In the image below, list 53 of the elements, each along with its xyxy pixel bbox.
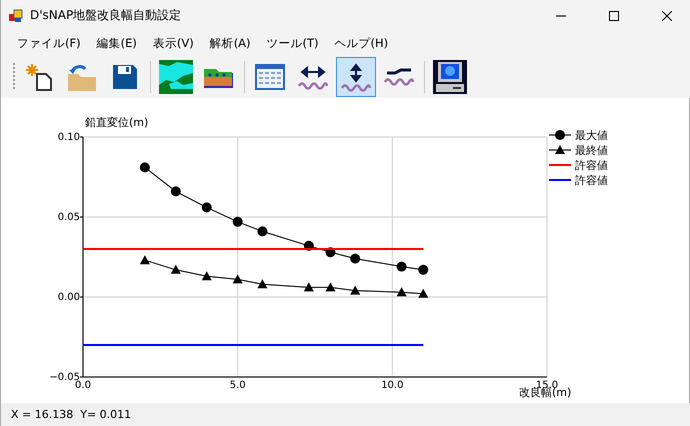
table-icon [254,62,286,90]
legend-label: 許容値 [575,174,608,187]
x-tick-label: 10.0 [381,380,404,391]
data-point [304,240,314,251]
data-point [140,255,150,264]
legend-label: 最大値 [575,129,608,142]
new-file-icon [24,62,54,92]
menu-item[interactable]: ヘルプ(H) [326,36,396,50]
y-tick-label: 0.10 [58,132,80,143]
data-point [418,288,428,298]
legend-label: 最終値 [575,144,608,157]
x-tick-label: 5.0 [230,380,246,391]
data-point [304,282,314,292]
menu-item[interactable]: ツール(T) [258,36,327,50]
data-point [170,264,181,274]
slope-line-icon [384,66,414,86]
data-point [140,162,150,172]
data-point [325,247,336,258]
data-point [170,186,181,196]
minimize-icon [556,14,566,16]
computer-icon [433,60,467,94]
data-point [350,254,360,264]
app-icon [9,8,23,22]
legend-swatch [548,130,572,140]
data-point [257,226,268,236]
data-point [257,279,268,288]
toolbar-grip-icon [13,62,16,90]
x-tick-label: 0.0 [75,380,91,391]
y-tick-label: 0.05 [58,212,80,223]
data-point [202,271,212,280]
menu-item[interactable]: 解析(A) [202,36,259,50]
maximize-icon [609,10,619,20]
menu-item[interactable]: 編集(E) [88,36,145,50]
close-icon [662,10,672,20]
data-point [232,274,243,284]
data-point [396,262,407,272]
data-point [350,286,360,295]
legend-label: 許容値 [575,159,608,172]
data-point [202,202,212,212]
map-icon [159,60,193,94]
toolbar-button[interactable] [336,56,376,96]
menu-item[interactable]: 表示(V) [144,36,202,50]
legend-swatch [548,145,572,154]
status-text: X = 16.138 Y= 0.011 [11,408,132,421]
data-point [396,287,407,296]
menu-item[interactable]: ファイル(F) [9,36,89,50]
vertical-arrow-icon [341,62,371,92]
data-point [418,264,428,275]
data-point [232,216,243,227]
y-tick-label: 0.00 [58,292,80,303]
data-point [325,282,336,292]
y-axis-label: 鉛直変位(m) [85,116,148,129]
window-title: D'sNAP地盤改良幅自動設定 [30,7,182,24]
